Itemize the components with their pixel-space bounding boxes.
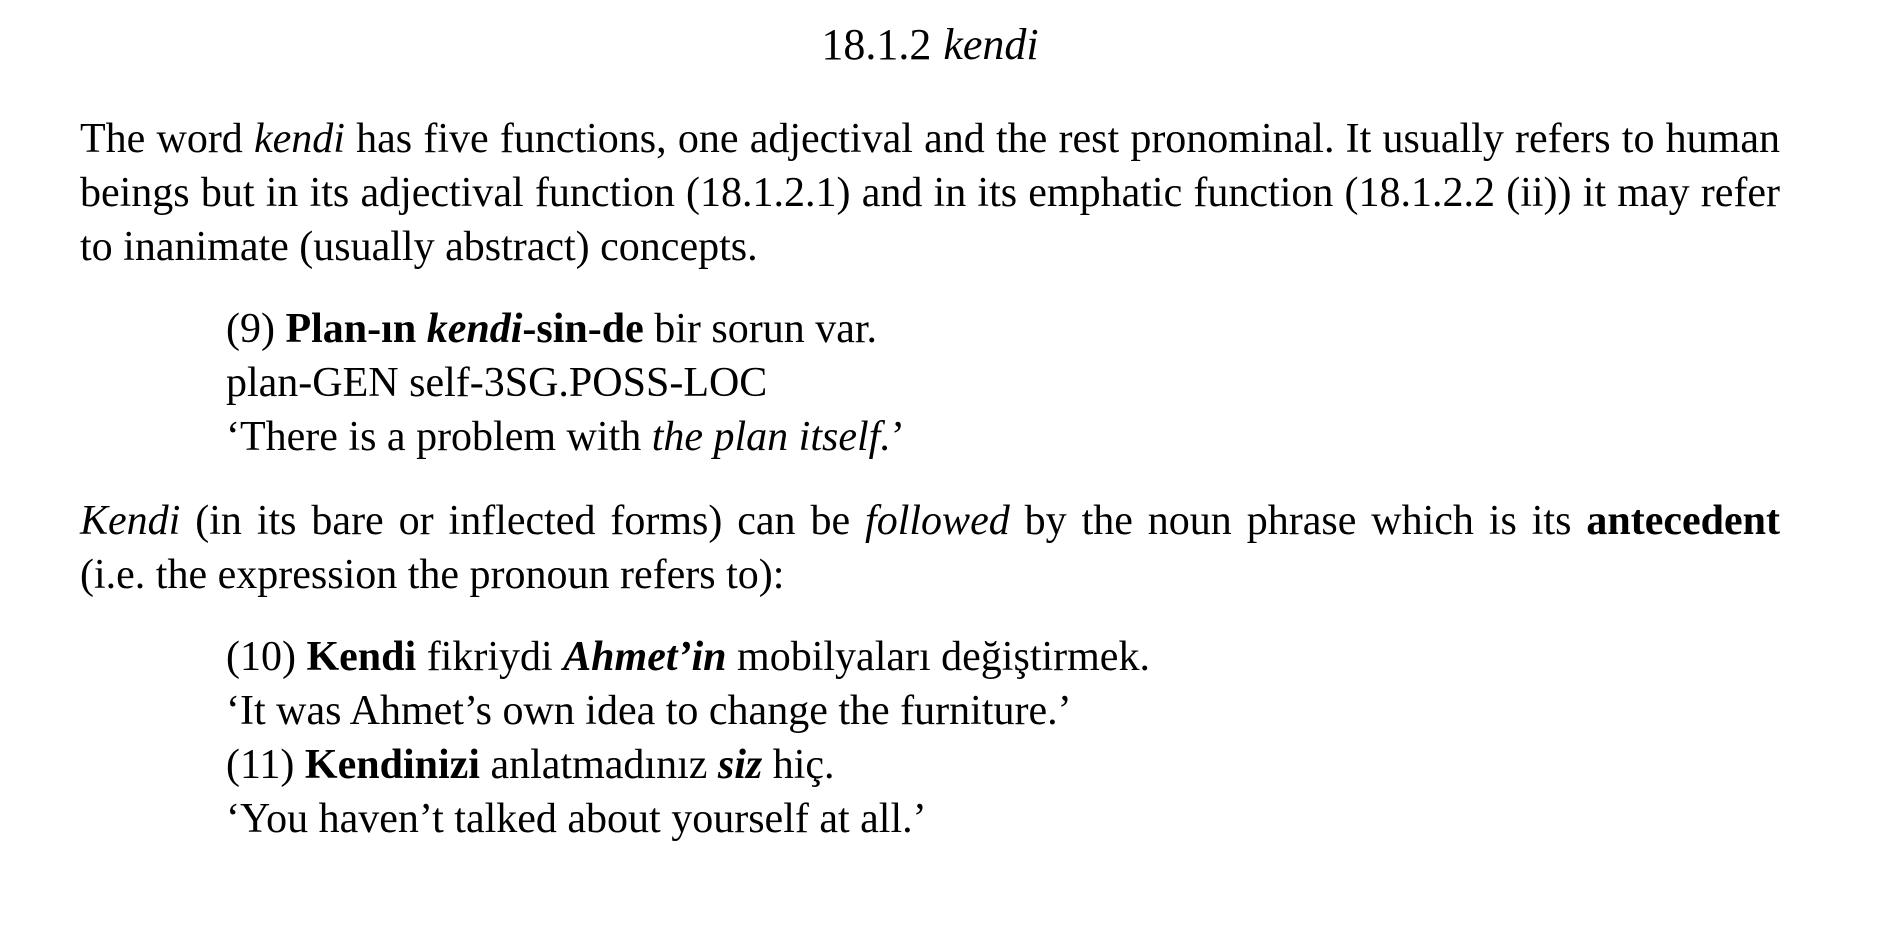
example-11-translation: ‘You haven’t talked about yourself at al… <box>226 796 927 842</box>
example-9-suffix: -sin-de <box>522 306 644 352</box>
section-heading: 18.1.2 kendi <box>80 18 1780 72</box>
paragraph-functions: The word kendi has five functions, one a… <box>80 112 1780 274</box>
example-9-word-kendi: kendi <box>426 306 523 352</box>
para2-term-kendi: Kendi <box>80 498 181 544</box>
example-10-word-kendi: Kendi <box>306 634 417 680</box>
example-9-sentence: (9) Plan-ın kendi-sin-de bir sorun var. <box>226 302 1780 356</box>
section-title: kendi <box>943 20 1039 69</box>
para2-term-followed: followed <box>865 498 1010 544</box>
para2-term-antecedent: antecedent <box>1586 498 1780 544</box>
section-number: 18.1.2 <box>821 20 932 69</box>
paragraph-antecedent: Kendi (in its bare or inflected forms) c… <box>80 498 1780 598</box>
example-11-sentence: (11) Kendinizi anlatmadınız siz hiç. <box>226 742 835 788</box>
para1-term-kendi: kendi <box>254 116 345 162</box>
example-11-number: (11) <box>226 742 305 788</box>
example-9-number: (9) <box>226 306 286 352</box>
examples-10-11: (10) Kendi fikriydi Ahmet’in mobilyaları… <box>226 630 1780 846</box>
example-9-translation-emphasis: the plan itself. <box>651 414 891 460</box>
example-10-number: (10) <box>226 634 307 680</box>
example-10-word-ahmet: Ahmet’in <box>563 634 727 680</box>
example-10-translation: ‘It was Ahmet’s own idea to change the f… <box>226 688 1072 734</box>
para1-text-1: The word <box>80 116 255 162</box>
example-9: (9) Plan-ın kendi-sin-de bir sorun var. … <box>226 302 1780 464</box>
example-11-word-kendinizi: Kendinizi <box>304 742 480 788</box>
example-11-word-siz: siz <box>717 742 763 788</box>
example-10-sentence: (10) Kendi fikriydi Ahmet’in mobilyaları… <box>226 634 1150 680</box>
example-9-translation: ‘There is a problem with the plan itself… <box>226 414 905 460</box>
document-page: 18.1.2 kendi The word kendi has five func… <box>80 18 1780 876</box>
example-9-gloss: plan-GEN self-3SG.POSS-LOC <box>226 360 768 406</box>
example-9-rest: bir sorun var. <box>643 306 878 352</box>
example-9-word-plan: Plan-ın <box>285 306 427 352</box>
